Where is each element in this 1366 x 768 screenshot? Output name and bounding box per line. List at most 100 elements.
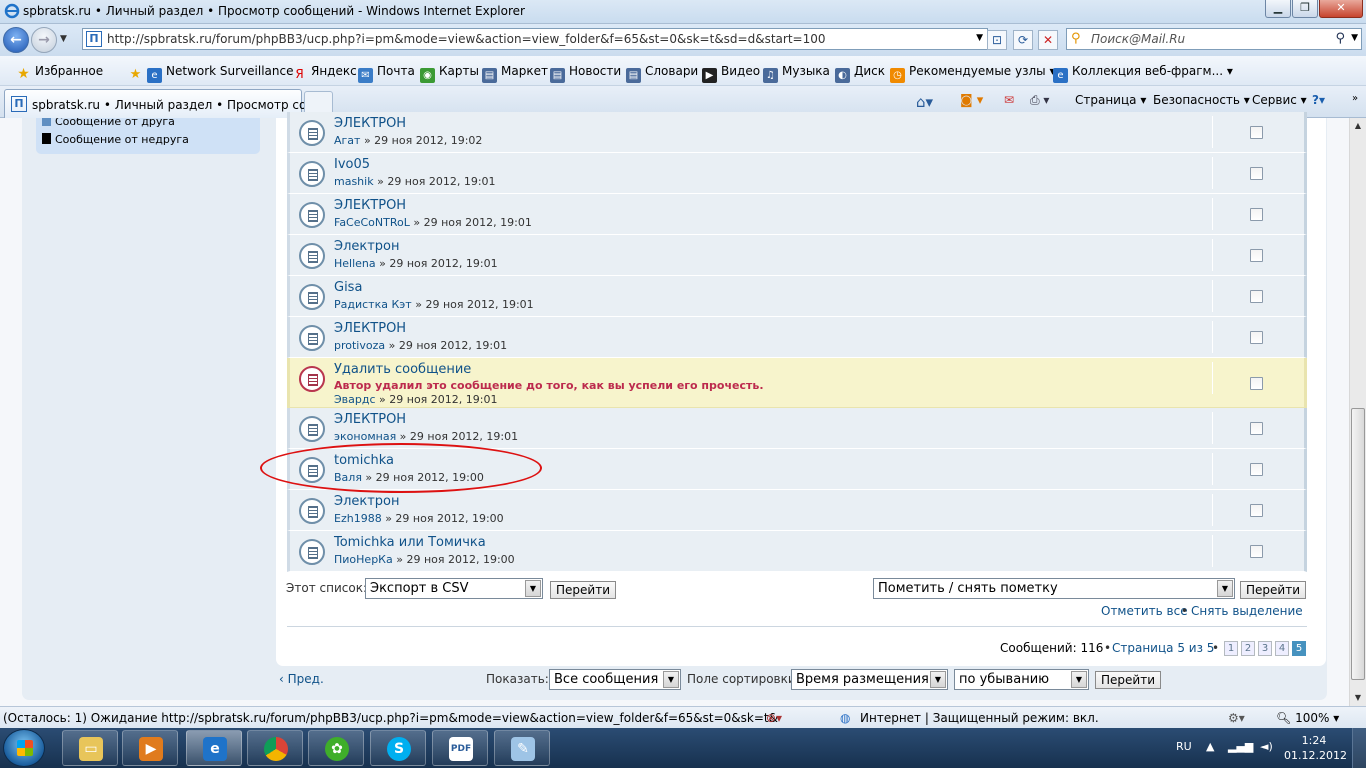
- sort-go-button[interactable]: Перейти: [1095, 671, 1161, 689]
- page-menu[interactable]: Страница ▾: [1075, 93, 1146, 107]
- popup-blocker-icon[interactable]: ⊗▾: [766, 711, 782, 725]
- read-mail-icon[interactable]: ✉: [1004, 93, 1014, 107]
- maximize-button[interactable]: ❐: [1292, 0, 1318, 18]
- tools-menu[interactable]: Сервис ▾: [1252, 93, 1307, 107]
- zoom-control[interactable]: 🔍︎ 100% ▾: [1276, 711, 1339, 725]
- address-dropdown-icon[interactable]: ▼: [976, 33, 983, 43]
- refresh-icon[interactable]: ⟳: [1013, 30, 1033, 50]
- prev-page-link[interactable]: ‹ Пред.: [279, 672, 324, 686]
- message-subject-link[interactable]: ЭЛЕКТРОН: [334, 412, 406, 427]
- back-button[interactable]: ←: [3, 27, 29, 53]
- scroll-down-icon[interactable]: ▼: [1350, 690, 1366, 706]
- print-icon[interactable]: ⎙ ▾: [1030, 93, 1049, 108]
- fav-music[interactable]: ♫ Музыка: [763, 64, 830, 83]
- taskbar-document-viewer[interactable]: PDF: [432, 730, 488, 766]
- message-author-link[interactable]: Hellena: [334, 257, 376, 270]
- scroll-up-icon[interactable]: ▲: [1350, 118, 1366, 134]
- message-author-link[interactable]: Агат: [334, 134, 360, 147]
- network-signal-icon[interactable]: ▂▄▆: [1228, 740, 1253, 753]
- message-checkbox[interactable]: [1250, 545, 1263, 558]
- message-subject-link[interactable]: ЭЛЕКТРОН: [334, 198, 406, 213]
- search-dropdown-icon[interactable]: ▼: [1351, 33, 1358, 43]
- taskbar-explorer[interactable]: ▭: [62, 730, 118, 766]
- fav-news[interactable]: ▤ Новости: [550, 64, 621, 83]
- message-checkbox[interactable]: [1250, 290, 1263, 303]
- page-link-3[interactable]: 3: [1258, 641, 1272, 656]
- show-desktop-button[interactable]: [1352, 728, 1366, 768]
- help-icon[interactable]: ?▾: [1312, 93, 1325, 107]
- message-subject-link[interactable]: ЭЛЕКТРОН: [334, 321, 406, 336]
- message-checkbox[interactable]: [1250, 422, 1263, 435]
- home-icon[interactable]: ⌂▾: [916, 93, 933, 111]
- message-subject-link[interactable]: Ivo05: [334, 157, 370, 172]
- search-box[interactable]: ⚲ Поиск@Mail.Ru ⚲ ▼: [1066, 28, 1362, 50]
- fav-dictionaries[interactable]: ▤ Словари: [626, 64, 698, 83]
- tab-active[interactable]: П spbratsk.ru • Личный раздел • Просмотр…: [4, 89, 333, 118]
- fav-maps[interactable]: ◉ Карты: [420, 64, 479, 83]
- stop-icon[interactable]: ✕: [1038, 30, 1058, 50]
- unmark-all-link[interactable]: Снять выделение: [1191, 604, 1303, 618]
- message-checkbox[interactable]: [1250, 377, 1263, 390]
- fav-mail[interactable]: ✉ Почта: [358, 64, 415, 83]
- search-placeholder[interactable]: Поиск@Mail.Ru: [1091, 32, 1185, 46]
- fav-disk[interactable]: ◐ Диск: [835, 64, 885, 83]
- message-author-link[interactable]: Эвардс: [334, 393, 376, 406]
- message-checkbox[interactable]: [1250, 249, 1263, 262]
- taskbar-ie[interactable]: e: [186, 730, 242, 766]
- fav-yandex[interactable]: Я Яндекс: [292, 64, 356, 82]
- message-subject-link[interactable]: Электрон: [334, 494, 400, 509]
- page-link-1[interactable]: 1: [1224, 641, 1238, 656]
- export-go-button[interactable]: Перейти: [550, 581, 616, 599]
- message-subject-link[interactable]: Электрон: [334, 239, 400, 254]
- fav-market[interactable]: ▤ Маркет: [482, 64, 548, 83]
- taskbar-media-player[interactable]: ▶: [122, 730, 178, 766]
- close-button[interactable]: ✕: [1319, 0, 1363, 18]
- sort-field-select[interactable]: Время размещения ▼: [791, 669, 948, 690]
- message-author-link[interactable]: Ezh1988: [334, 512, 382, 525]
- search-icon[interactable]: ⚲: [1335, 31, 1345, 46]
- volume-icon[interactable]: ◄): [1260, 740, 1273, 753]
- system-clock[interactable]: 1:24 01.12.2012: [1284, 733, 1347, 763]
- message-author-link[interactable]: mashik: [334, 175, 374, 188]
- address-url[interactable]: http://spbratsk.ru/forum/phpBB3/ucp.php?…: [107, 32, 825, 46]
- page-link-4[interactable]: 4: [1275, 641, 1289, 656]
- message-author-link[interactable]: protivoza: [334, 339, 385, 352]
- forward-button[interactable]: →: [31, 27, 57, 53]
- mark-all-link[interactable]: Отметить все: [1101, 604, 1188, 618]
- vertical-scrollbar[interactable]: ▲ ▼: [1349, 118, 1366, 706]
- sort-order-select[interactable]: по убыванию ▼: [954, 669, 1089, 690]
- message-author-link[interactable]: Радистка Кэт: [334, 298, 412, 311]
- favorites-button[interactable]: ★ Избранное: [16, 64, 103, 82]
- fav-suggested-sites[interactable]: ◷ Рекомендуемые узлы ▾: [890, 64, 1055, 83]
- protected-mode-icon[interactable]: ⚙▾: [1228, 711, 1245, 725]
- message-checkbox[interactable]: [1250, 208, 1263, 221]
- page-link-2[interactable]: 2: [1241, 641, 1255, 656]
- history-dropdown-icon[interactable]: ▼: [60, 34, 67, 44]
- message-checkbox[interactable]: [1250, 504, 1263, 517]
- message-checkbox[interactable]: [1250, 167, 1263, 180]
- message-subject-link[interactable]: Удалить сообщение: [334, 362, 471, 377]
- message-author-link[interactable]: FaCeCoNTRoL: [334, 216, 410, 229]
- taskbar-icq[interactable]: ✿: [308, 730, 364, 766]
- taskbar-paint[interactable]: ✎: [494, 730, 550, 766]
- export-select[interactable]: Экспорт в CSV ▼: [365, 578, 543, 599]
- language-indicator[interactable]: RU: [1176, 740, 1192, 753]
- message-author-link[interactable]: ПиоНерКа: [334, 553, 393, 566]
- fav-network-surveillance[interactable]: ★ e Network Surveillance: [128, 64, 294, 83]
- message-checkbox[interactable]: [1250, 331, 1263, 344]
- tray-expand-icon[interactable]: ▲: [1206, 740, 1214, 753]
- scroll-thumb[interactable]: [1351, 408, 1365, 680]
- message-author-link[interactable]: экономная: [334, 430, 396, 443]
- minimize-button[interactable]: ▁: [1265, 0, 1291, 18]
- message-subject-link[interactable]: Gisa: [334, 280, 362, 295]
- compatibility-view-icon[interactable]: ⊡: [987, 30, 1007, 50]
- address-bar[interactable]: П http://spbratsk.ru/forum/phpBB3/ucp.ph…: [82, 28, 988, 50]
- toolbar-overflow-icon[interactable]: »: [1352, 93, 1358, 104]
- fav-web-slice-gallery[interactable]: e Коллекция веб-фрагм... ▾: [1053, 64, 1233, 83]
- fav-video[interactable]: ▶ Видео: [702, 64, 760, 83]
- message-checkbox[interactable]: [1250, 463, 1263, 476]
- message-checkbox[interactable]: [1250, 126, 1263, 139]
- feeds-icon[interactable]: ◙ ▾: [960, 93, 983, 108]
- taskbar-skype[interactable]: S: [370, 730, 426, 766]
- start-button[interactable]: [3, 729, 45, 767]
